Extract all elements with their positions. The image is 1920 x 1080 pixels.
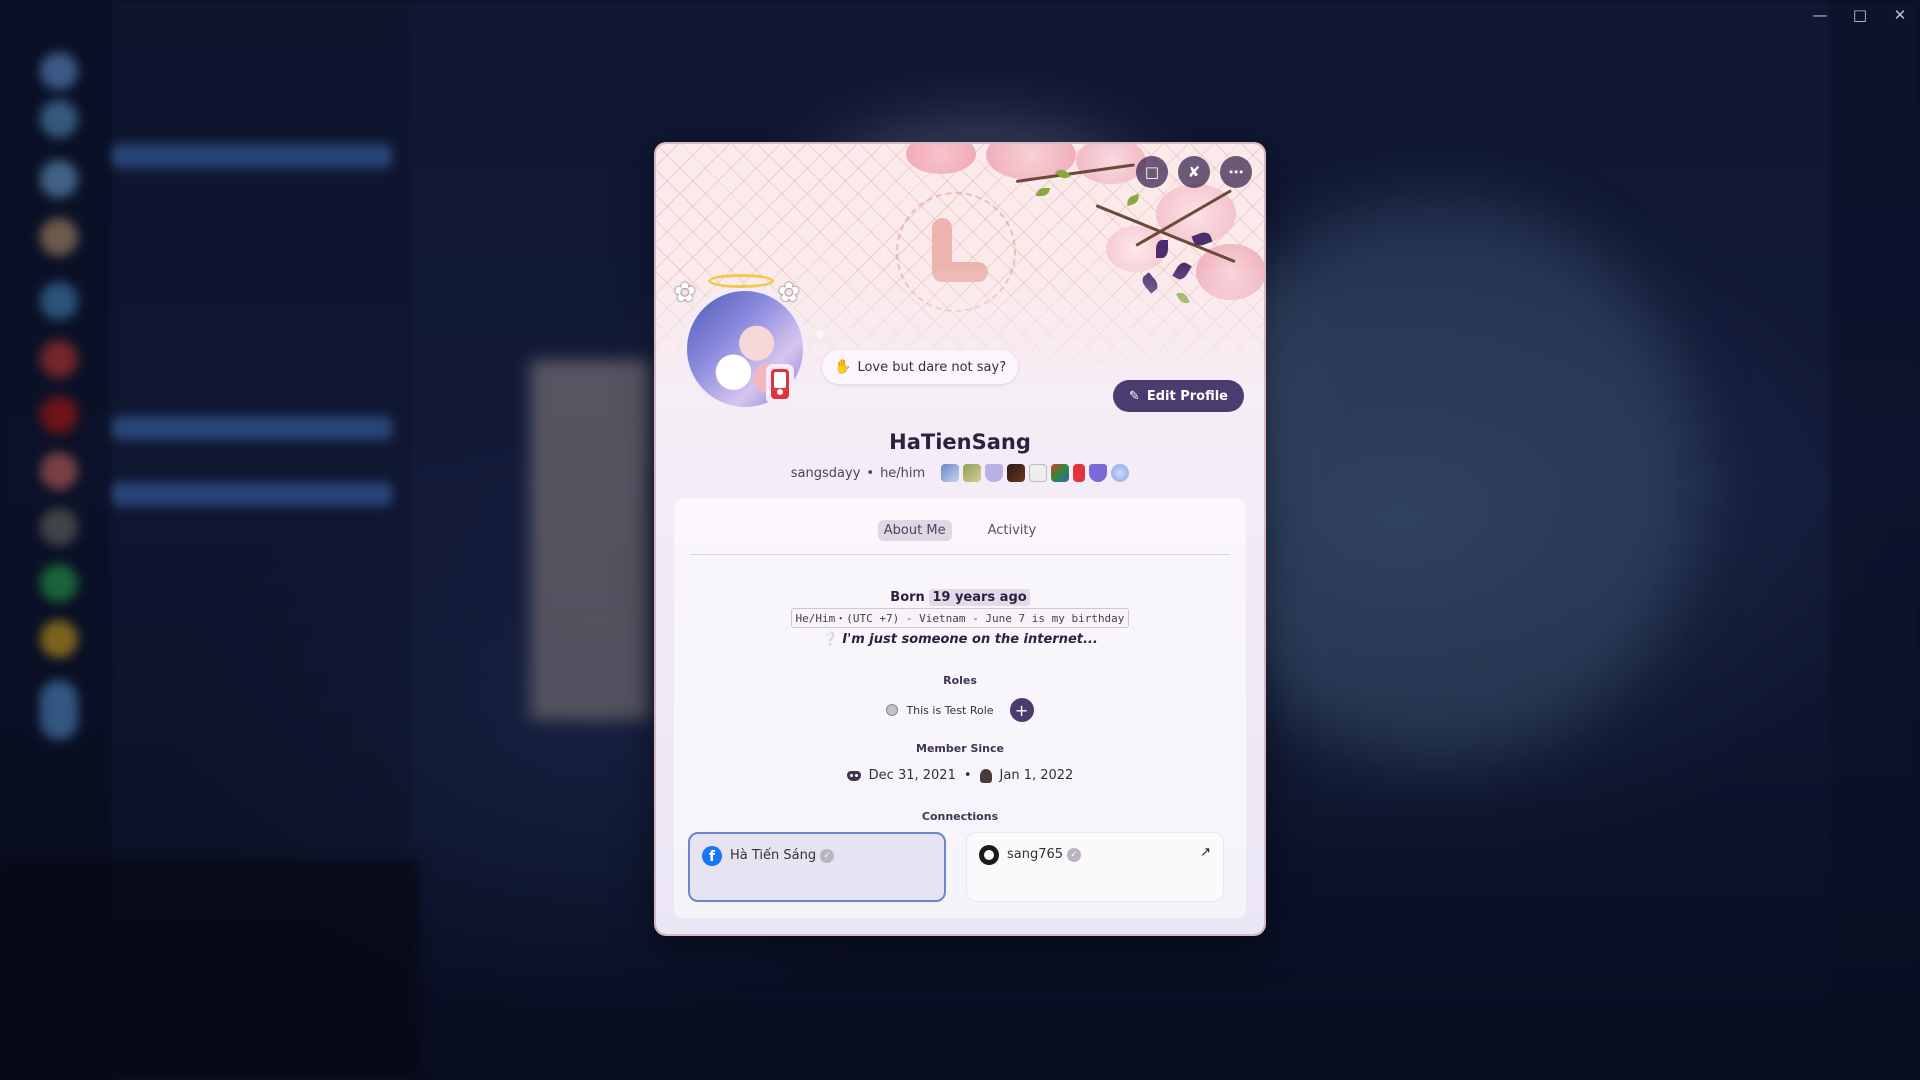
username: sangsdayy	[790, 465, 861, 481]
custom-status-bubble[interactable]: ✋ Love but dare not say?	[816, 330, 1019, 384]
connections-title: Connections	[921, 810, 999, 823]
member-since-title: Member Since	[916, 742, 1004, 755]
badge-icon[interactable]	[1007, 464, 1026, 482]
connection-name: sang765 ✓	[1007, 845, 1082, 865]
verified-icon: ✓	[820, 848, 835, 863]
window-controls: — □ ✕	[1810, 6, 1910, 24]
more-icon: ⋯	[1228, 163, 1244, 181]
tab-about-me[interactable]: About Me	[877, 520, 952, 541]
discord-icon	[846, 770, 861, 781]
question-icon: ❔	[822, 632, 839, 647]
facebook-icon: f	[702, 846, 722, 866]
about-quote-text: I'm just someone on the internet...	[842, 632, 1098, 647]
more-button[interactable]: ⋯	[1220, 156, 1252, 188]
avatar-wrapper[interactable]: ✿ ✿	[674, 274, 808, 412]
hand-emoji-icon: ✋	[834, 359, 852, 375]
wing-right-icon: ✿	[778, 278, 800, 308]
connection-name: Hà Tiến Sáng ✓	[730, 846, 835, 866]
verified-icon: ✓	[1067, 847, 1082, 862]
roles-list: This is Test Role +	[674, 698, 1246, 722]
nitro-icon: □	[1144, 163, 1160, 181]
server-member-date: Jan 1, 2022	[999, 768, 1074, 783]
about-me-section: Born 19 years ago He/Him・(UTC +7) - Viet…	[674, 589, 1246, 647]
about-quote: ❔ I'm just someone on the internet...	[674, 632, 1246, 647]
badge-icon[interactable]	[963, 464, 982, 482]
connection-name-text: Hà Tiến Sáng	[730, 848, 817, 863]
profile-badges	[941, 464, 1130, 482]
blossom-decoration	[906, 144, 976, 174]
roles-title: Roles	[943, 674, 977, 687]
maximize-icon[interactable]: □	[1850, 6, 1870, 24]
separator-dot: •	[866, 465, 875, 481]
github-icon	[979, 845, 999, 865]
external-link-icon[interactable]: ↗	[1200, 845, 1211, 860]
role-label: This is Test Role	[906, 703, 994, 717]
profile-tabs: About Me Activity	[674, 520, 1246, 541]
connection-github[interactable]: sang765 ✓ ↗	[966, 832, 1224, 902]
born-label: Born	[890, 590, 925, 605]
banner-actions: □ ✘ ⋯	[1136, 156, 1252, 188]
boost-icon: ✘	[1187, 163, 1201, 181]
avatar-halo-decoration	[708, 274, 774, 288]
badge-icon[interactable]	[1051, 464, 1070, 482]
member-since-row: Dec 31, 2021 • Jan 1, 2022	[674, 768, 1246, 783]
username-line: sangsdayy • he/him	[656, 464, 1264, 482]
info-code-line: He/Him・(UTC +7) - Vietnam - June 7 is my…	[790, 608, 1130, 628]
badge-icon[interactable]	[1029, 464, 1048, 482]
custom-status-text: Love but dare not say?	[857, 359, 1007, 375]
connection-facebook[interactable]: f Hà Tiến Sáng ✓	[688, 832, 946, 902]
profile-modal: □ ✘ ⋯ ✿ ✿ ✋ Love but dare not say? ✎ Edi…	[656, 144, 1264, 934]
close-window-icon[interactable]: ✕	[1890, 6, 1910, 24]
leaf-decoration	[1125, 193, 1141, 207]
minimize-icon[interactable]: —	[1810, 6, 1830, 24]
discord-member-date: Dec 31, 2021	[868, 768, 956, 783]
badge-icon[interactable]	[985, 464, 1004, 482]
nitro-button[interactable]: □	[1136, 156, 1168, 188]
mobile-status-badge	[766, 364, 794, 404]
add-role-button[interactable]: +	[1009, 698, 1034, 722]
separator-dot: •	[963, 768, 972, 783]
leaf-decoration	[1156, 240, 1168, 258]
tab-divider	[690, 554, 1230, 555]
born-line: Born 19 years ago	[674, 589, 1246, 606]
badge-icon[interactable]	[1073, 464, 1086, 482]
connection-name-text: sang765	[1007, 847, 1064, 862]
boost-button[interactable]: ✘	[1178, 156, 1210, 188]
mobile-phone-icon	[771, 369, 789, 399]
edit-profile-button[interactable]: ✎ Edit Profile	[1112, 380, 1244, 412]
profile-content-card: About Me Activity Born 19 years ago He/H…	[674, 498, 1246, 918]
tab-activity[interactable]: Activity	[982, 520, 1043, 541]
badge-icon[interactable]	[1089, 464, 1108, 482]
badge-icon[interactable]	[1111, 464, 1130, 482]
role-color-dot	[886, 704, 899, 716]
pencil-icon: ✎	[1128, 388, 1140, 404]
display-name: HaTienSang	[889, 430, 1031, 454]
server-icon	[979, 768, 992, 783]
status-bubble-tail	[816, 330, 824, 338]
wing-left-icon: ✿	[674, 278, 696, 308]
born-value: 19 years ago	[929, 589, 1030, 606]
badge-icon[interactable]	[941, 464, 960, 482]
pronouns: he/him	[880, 465, 926, 481]
edit-profile-label: Edit Profile	[1146, 388, 1228, 404]
leaf-decoration	[1036, 188, 1050, 196]
